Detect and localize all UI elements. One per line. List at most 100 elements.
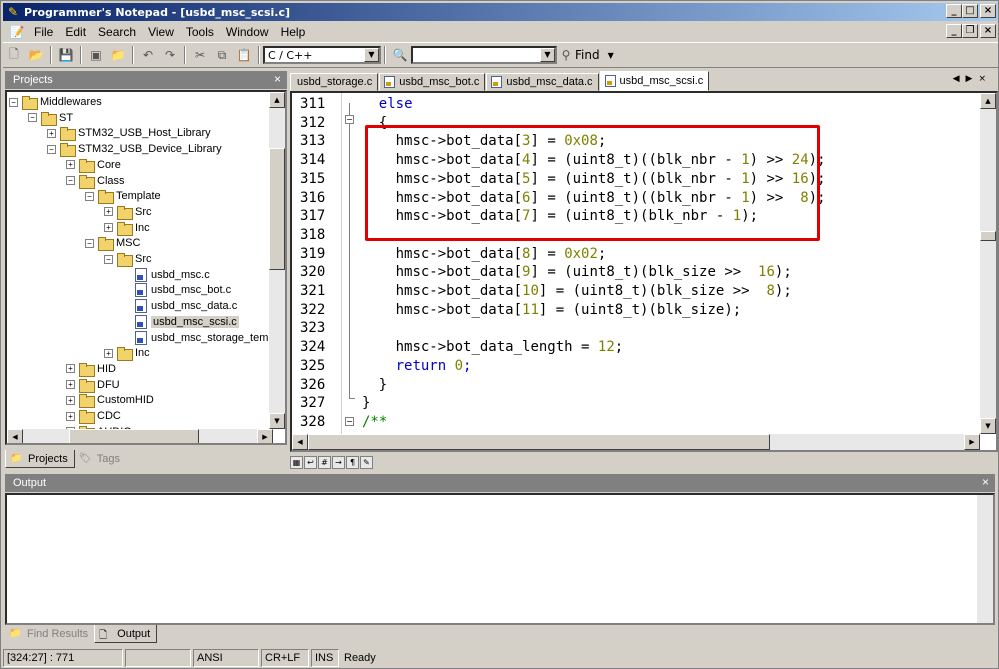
- grid-icon[interactable]: ▦: [290, 455, 303, 469]
- expand-icon[interactable]: +: [66, 364, 75, 374]
- expand-icon[interactable]: +: [66, 160, 75, 170]
- output-area[interactable]: [5, 493, 995, 625]
- linenum-icon[interactable]: #: [318, 455, 331, 469]
- maximize-button[interactable]: □: [962, 4, 978, 18]
- expand-icon[interactable]: +: [66, 395, 75, 405]
- scheme-select[interactable]: C / C++ ▼: [263, 46, 381, 64]
- tab-nav-arrows-icon[interactable]: ◀▶×: [953, 74, 992, 84]
- tree-item[interactable]: + Core: [66, 157, 121, 173]
- tree-item[interactable]: + DFU: [66, 377, 120, 393]
- close-button[interactable]: ×: [980, 4, 996, 18]
- save-all-icon[interactable]: ▣: [85, 44, 107, 66]
- chevron-down-icon[interactable]: ▼: [540, 48, 555, 62]
- expand-icon[interactable]: +: [66, 380, 75, 390]
- find-folder-icon[interactable]: 🔍: [389, 44, 411, 66]
- tree-item[interactable]: + Inc: [104, 220, 150, 236]
- scroll-up-icon[interactable]: ▲: [269, 92, 285, 108]
- fold-collapse-icon[interactable]: −: [345, 417, 354, 426]
- tree-item[interactable]: − MSC: [85, 235, 140, 252]
- tree-item[interactable]: usbd_msc_storage_templa: [123, 330, 283, 346]
- expand-icon[interactable]: +: [66, 411, 75, 421]
- mdi-restore-button[interactable]: ❐: [962, 24, 978, 38]
- wrap-icon[interactable]: ↩: [304, 455, 317, 469]
- scroll-thumb[interactable]: [269, 148, 285, 270]
- tab-usbd-storage[interactable]: usbd_storage.c: [290, 73, 379, 91]
- find-dropdown-icon[interactable]: ▼: [608, 51, 614, 60]
- tree-item[interactable]: + Src: [104, 204, 152, 220]
- title-bar[interactable]: ✎ Programmer's Notepad - [usbd_msc_scsi.…: [3, 3, 998, 21]
- expand-icon[interactable]: +: [104, 207, 113, 217]
- tree-item[interactable]: − Middlewares: [9, 94, 102, 110]
- close-icon[interactable]: ×: [274, 72, 281, 86]
- redo-icon[interactable]: ↷: [159, 44, 181, 66]
- tab-projects[interactable]: 📁 Projects: [5, 450, 75, 468]
- tree-item[interactable]: usbd_msc_data.c: [123, 298, 237, 314]
- pencil-icon[interactable]: ✎: [360, 455, 373, 469]
- scroll-left-icon[interactable]: ◀: [292, 434, 308, 450]
- tree-item[interactable]: + CDC: [66, 408, 121, 424]
- tree-item[interactable]: − Template: [85, 188, 161, 205]
- undo-icon[interactable]: ↶: [137, 44, 159, 66]
- tab-usbd-msc-bot[interactable]: usbd_msc_bot.c: [379, 73, 486, 91]
- menu-search[interactable]: Search: [92, 25, 142, 39]
- menu-edit[interactable]: Edit: [59, 25, 92, 39]
- arrow-icon[interactable]: →: [332, 455, 345, 469]
- save-icon[interactable]: 💾: [55, 44, 77, 66]
- scroll-right-icon[interactable]: ▶: [964, 434, 980, 450]
- pilcrow-icon[interactable]: ¶: [346, 455, 359, 469]
- collapse-icon[interactable]: −: [28, 113, 37, 123]
- output-scrollbar[interactable]: [977, 495, 993, 623]
- mdi-minimize-button[interactable]: _: [946, 24, 962, 38]
- scroll-up-icon[interactable]: ▲: [980, 93, 996, 109]
- chevron-down-icon[interactable]: ▼: [364, 48, 379, 62]
- collapse-icon[interactable]: −: [104, 254, 113, 264]
- editor-vertical-scrollbar[interactable]: ▲ ▼: [980, 93, 996, 434]
- new-file-icon[interactable]: 🗋: [3, 44, 25, 66]
- find-input[interactable]: ▼: [411, 46, 557, 64]
- scroll-right-icon[interactable]: ▶: [257, 429, 273, 443]
- minimize-button[interactable]: _: [946, 4, 962, 18]
- collapse-icon[interactable]: −: [9, 97, 18, 107]
- menu-window[interactable]: Window: [220, 25, 275, 39]
- tree-item[interactable]: − Class: [66, 173, 125, 189]
- cut-icon[interactable]: ✂: [189, 44, 211, 66]
- scroll-thumb[interactable]: [980, 231, 996, 241]
- fold-collapse-icon[interactable]: −: [345, 115, 354, 124]
- tree-vertical-scrollbar[interactable]: ▲ ▼: [269, 92, 285, 429]
- paste-icon[interactable]: 📋: [233, 44, 255, 66]
- hscroll-thumb[interactable]: [308, 434, 770, 450]
- close-icon[interactable]: ×: [982, 475, 989, 489]
- expand-icon[interactable]: +: [104, 348, 113, 358]
- scroll-down-icon[interactable]: ▼: [980, 418, 996, 434]
- code-editor[interactable]: 311 312 313 314 315 316 317 318 319 320 321 322 323 3…: [290, 91, 998, 452]
- collapse-icon[interactable]: −: [85, 191, 94, 201]
- project-tree[interactable]: − Middlewares − ST + STM32_USB_Host_Library − S…: [5, 90, 287, 445]
- tree-item[interactable]: usbd_msc.c: [123, 267, 210, 283]
- editor-horizontal-scrollbar[interactable]: ◀ ▶: [292, 434, 980, 450]
- tree-item[interactable]: − STM32_USB_Device_Library: [47, 141, 222, 158]
- hscroll-thumb[interactable]: [69, 429, 199, 443]
- tab-output[interactable]: 🗋 Output: [94, 625, 158, 643]
- tab-tags[interactable]: 🏷 Tags: [75, 450, 126, 468]
- tree-item[interactable]: − ST: [28, 110, 73, 126]
- tree-item[interactable]: usbd_msc_bot.c: [123, 282, 231, 298]
- collapse-icon[interactable]: −: [47, 144, 56, 154]
- mdi-close-button[interactable]: ×: [980, 24, 996, 38]
- tab-find-results[interactable]: 📁 Find Results: [5, 625, 94, 643]
- tree-item[interactable]: + Inc: [104, 345, 150, 362]
- open-file-icon[interactable]: 📂: [25, 44, 47, 66]
- scroll-down-icon[interactable]: ▼: [269, 413, 285, 429]
- menu-file[interactable]: File: [28, 25, 59, 39]
- copy-icon[interactable]: ⧉: [211, 44, 233, 66]
- tree-item[interactable]: + CustomHID: [66, 392, 154, 409]
- menu-view[interactable]: View: [142, 25, 180, 39]
- menu-help[interactable]: Help: [275, 25, 312, 39]
- tree-item[interactable]: − Src: [104, 251, 152, 267]
- scroll-left-icon[interactable]: ◀: [7, 429, 23, 443]
- tree-item[interactable]: + HID: [66, 361, 116, 377]
- tree-item[interactable]: usbd_msc_scsi.c: [123, 314, 239, 330]
- menu-tools[interactable]: Tools: [180, 25, 220, 39]
- tab-usbd-msc-data[interactable]: usbd_msc_data.c: [486, 73, 599, 91]
- expand-icon[interactable]: +: [47, 128, 56, 138]
- expand-icon[interactable]: +: [104, 223, 113, 233]
